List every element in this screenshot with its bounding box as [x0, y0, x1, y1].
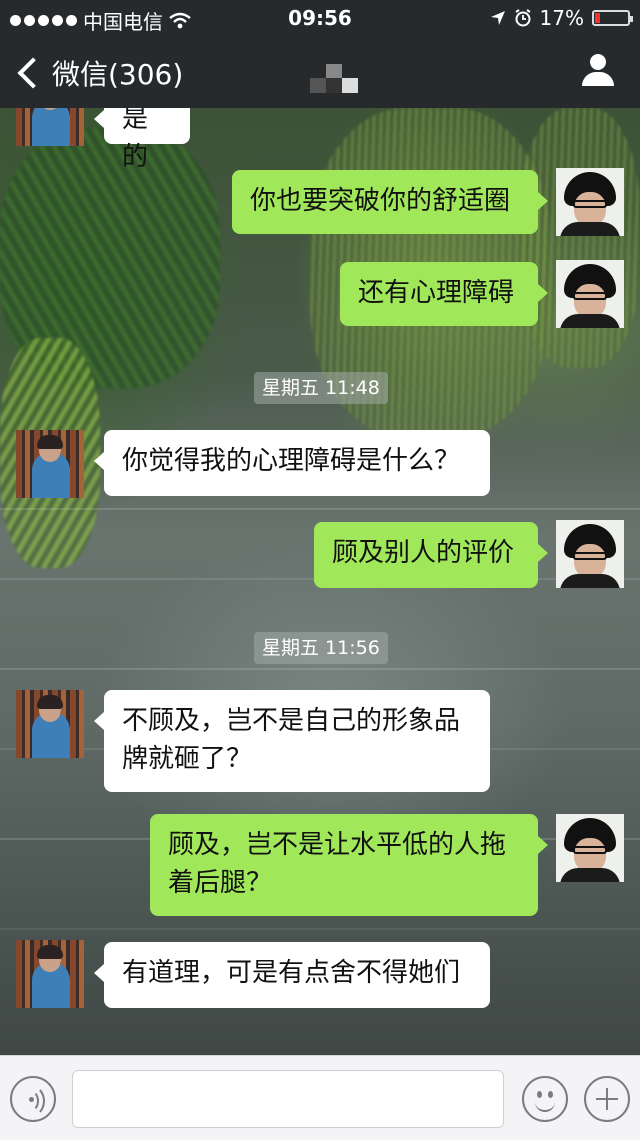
person-icon[interactable]	[582, 54, 614, 88]
contact-avatar[interactable]	[16, 690, 84, 758]
voice-icon[interactable]	[10, 1076, 56, 1122]
my-avatar[interactable]	[556, 814, 624, 882]
status-right: 17%	[490, 6, 633, 30]
contact-avatar[interactable]	[16, 940, 84, 1008]
message-line: 顾及，岂不是让水平低的人拖	[168, 830, 507, 860]
contact-avatar[interactable]	[16, 108, 84, 146]
mosaic-censor	[310, 64, 358, 94]
incoming-message[interactable]: 有道理，可是有点舍不得她们	[94, 942, 490, 1008]
outgoing-message[interactable]: 顾及，岂不是让水平低的人拖 着后腿？	[150, 814, 548, 916]
back-label: 微信(306)	[52, 58, 184, 91]
location-arrow-icon	[490, 11, 505, 25]
my-avatar[interactable]	[556, 260, 624, 328]
chat-area[interactable]: 是的 你也要突破你的舒适圈 还有心理障碍 星期五 11:48 你觉得我的心理障碍…	[0, 108, 640, 1055]
status-bar: 中国电信 09:56 17%	[0, 0, 640, 36]
battery-fill	[595, 13, 600, 23]
incoming-message[interactable]: 不顾及，岂不是自己的形象品 牌就砸了？	[94, 690, 490, 792]
chevron-left-icon	[17, 57, 49, 89]
incoming-message[interactable]: 你觉得我的心理障碍是什么？	[94, 430, 490, 496]
nav-bar: 微信(306)	[0, 36, 640, 108]
my-avatar[interactable]	[556, 168, 624, 236]
incoming-message[interactable]: 是的	[94, 108, 190, 172]
message-text: 你觉得我的心理障碍是什么？	[122, 446, 461, 476]
timestamp: 星期五 11:48	[254, 372, 388, 404]
outgoing-message[interactable]: 还有心理障碍	[340, 262, 548, 326]
message-line: 着后腿？	[168, 868, 273, 898]
outgoing-message[interactable]: 你也要突破你的舒适圈	[232, 170, 548, 234]
message-input[interactable]	[72, 1070, 504, 1128]
message-line: 不顾及，岂不是自己的形象品	[122, 706, 461, 736]
message-text: 还有心理障碍	[358, 278, 515, 308]
battery-percent: 17%	[539, 6, 584, 30]
plus-icon[interactable]	[584, 1076, 630, 1122]
message-text: 你也要突破你的舒适圈	[250, 186, 511, 216]
alarm-icon	[514, 9, 531, 27]
my-avatar[interactable]	[556, 520, 624, 588]
outgoing-message[interactable]: 顾及别人的评价	[314, 522, 548, 588]
emoji-icon[interactable]	[522, 1076, 568, 1122]
battery-icon	[592, 10, 633, 26]
contact-avatar[interactable]	[16, 430, 84, 498]
message-text: 顾及别人的评价	[332, 538, 515, 568]
input-bar	[0, 1055, 640, 1140]
message-text: 有道理，可是有点舍不得她们	[122, 958, 461, 988]
back-button[interactable]: 微信(306)	[16, 53, 183, 93]
message-line: 牌就砸了？	[122, 744, 253, 774]
message-text: 是的	[122, 108, 149, 172]
timestamp: 星期五 11:56	[254, 632, 388, 664]
